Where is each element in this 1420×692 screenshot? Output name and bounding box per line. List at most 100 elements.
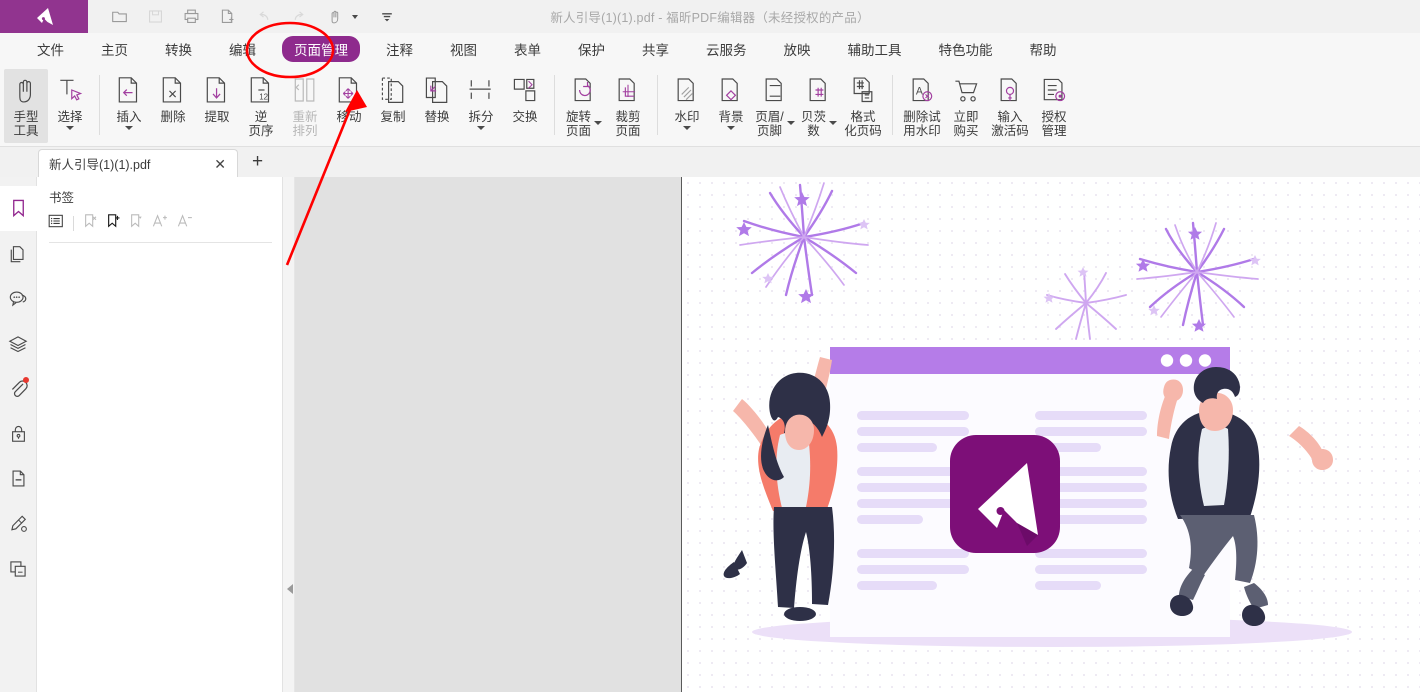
ribbon-button-background[interactable]: 背景 (709, 69, 753, 143)
collapse-panel-button[interactable] (285, 575, 294, 603)
add-tab-button[interactable]: + (252, 152, 263, 171)
chevron-down-icon[interactable] (66, 126, 74, 130)
decrease-font-button[interactable] (177, 213, 194, 234)
print-button[interactable] (176, 4, 206, 30)
rail-item-stamps[interactable] (0, 546, 37, 591)
rail-item-layers[interactable] (0, 321, 37, 366)
celebration-people-browser-illustration (682, 177, 1420, 692)
rail-item-attachments[interactable] (0, 366, 37, 411)
document-canvas[interactable] (295, 177, 1420, 692)
menu-item-13[interactable]: 特色功能 (928, 36, 1004, 62)
delete-bookmark-button[interactable] (83, 213, 98, 234)
menu-item-0[interactable]: 文件 (26, 36, 75, 62)
menu-item-14[interactable]: 帮助 (1019, 36, 1068, 62)
ribbon-separator (99, 75, 100, 135)
replace-page-icon (422, 73, 452, 105)
quick-access-toolbar (88, 0, 402, 33)
ribbon-button-label: 逆 页序 (248, 110, 273, 138)
ribbon-button-hand-tool[interactable]: 手型 工具 (4, 69, 48, 143)
menu-item-8[interactable]: 保护 (567, 36, 616, 62)
ribbon-button-rotate-page[interactable]: 旋转 页面 (562, 69, 606, 143)
menu-item-4[interactable]: 页面管理 (282, 36, 360, 62)
collapse-left-arrow-icon (287, 584, 293, 594)
pdf-page[interactable] (681, 177, 1420, 692)
rail-item-pages[interactable] (0, 231, 37, 276)
create-pdf-button[interactable] (212, 4, 242, 30)
document-tab[interactable]: 新人引导(1)(1).pdf ✕ (38, 149, 238, 177)
ribbon-button-extract-page[interactable]: 提取 (195, 69, 239, 143)
chevron-down-icon[interactable] (829, 121, 837, 125)
close-icon[interactable]: ✕ (211, 157, 229, 171)
menu-item-7[interactable]: 表单 (503, 36, 552, 62)
browser-dot-2 (1180, 354, 1192, 366)
ribbon-button-move-page[interactable]: 移动 (327, 69, 371, 143)
ribbon-button-select-text[interactable]: 选择 (48, 69, 92, 143)
rail-item-signatures[interactable] (0, 501, 37, 546)
menu-item-11[interactable]: 放映 (773, 36, 822, 62)
ribbon-button-bates-numbering[interactable]: 贝茨 数 (797, 69, 841, 143)
ribbon-button-label: 重新 排列 (292, 110, 317, 138)
ribbon-button-label: 替换 (424, 110, 449, 124)
chevron-down-icon[interactable] (727, 126, 735, 130)
increase-font-button[interactable] (152, 213, 169, 234)
signature-pen-icon (8, 513, 29, 534)
ribbon-button-swap-page[interactable]: 交换 (503, 69, 547, 143)
ribbon-button-remove-trial-watermark[interactable]: A删除试 用水印 (900, 69, 944, 143)
rail-item-comments[interactable] (0, 276, 37, 321)
menu-item-3[interactable]: 编辑 (218, 36, 267, 62)
ribbon-button-activation-key[interactable]: 输入 激活码 (988, 69, 1032, 143)
bookmark-options-button[interactable] (48, 214, 64, 233)
stamp-copy-icon (8, 559, 28, 579)
menu-item-9[interactable]: 共享 (631, 36, 680, 62)
chevron-down-icon[interactable] (125, 126, 133, 130)
menu-item-2[interactable]: 转换 (154, 36, 203, 62)
hand-tool-button[interactable] (320, 4, 350, 30)
license-management-icon (1039, 73, 1069, 105)
chevron-down-icon[interactable] (477, 126, 485, 130)
ribbon-button-copy-page[interactable]: 复制 (371, 69, 415, 143)
rotate-page-icon (569, 73, 599, 105)
chevron-down-icon[interactable] (683, 126, 691, 130)
rail-item-fields[interactable] (0, 456, 37, 501)
menu-bar: 文件主页转换编辑页面管理注释视图表单保护共享云服务放映辅助工具特色功能帮助 (0, 33, 1420, 64)
ribbon-button-header-footer[interactable]: 页眉/ 页脚 (753, 69, 797, 143)
menu-item-6[interactable]: 视图 (439, 36, 488, 62)
comment-bubble-icon (8, 289, 29, 309)
ribbon-button-format-page-number[interactable]: 格式 化页码 (841, 69, 885, 143)
printer-icon (183, 8, 200, 25)
rail-item-security[interactable] (0, 411, 37, 456)
svg-text:12: 12 (259, 93, 268, 102)
ribbon-button-delete-page[interactable]: 删除 (151, 69, 195, 143)
chevron-down-icon[interactable] (787, 121, 795, 125)
hand-tool-dropdown[interactable] (320, 4, 358, 30)
foxit-pen-nib-logo-icon (31, 6, 57, 28)
ribbon-button-license-management[interactable]: 授权 管理 (1032, 69, 1076, 143)
ribbon-button-label: 删除试 用水印 (903, 110, 941, 138)
rail-item-bookmarks[interactable] (0, 186, 37, 231)
bookmark-dropdown-button[interactable] (129, 213, 144, 234)
chevron-down-icon[interactable] (594, 121, 602, 125)
menu-item-1[interactable]: 主页 (90, 36, 139, 62)
ribbon-button-insert-page[interactable]: 插入 (107, 69, 151, 143)
split-page-icon (466, 73, 496, 105)
ribbon-button-reverse-page-order[interactable]: 12 逆 页序 (239, 69, 283, 143)
ribbon-button-split-page[interactable]: 拆分 (459, 69, 503, 143)
menu-item-10[interactable]: 云服务 (695, 36, 758, 62)
ribbon-button-replace-page[interactable]: 替换 (415, 69, 459, 143)
bookmark-caret-icon (129, 213, 144, 229)
open-file-button[interactable] (104, 4, 134, 30)
add-bookmark-button[interactable] (106, 213, 121, 234)
navigation-rail (0, 177, 37, 692)
ribbon-button-label: 移动 (336, 110, 361, 124)
ribbon-button-label: 删除 (160, 110, 185, 124)
menu-item-12[interactable]: 辅助工具 (837, 36, 913, 62)
save-button[interactable] (140, 4, 170, 30)
menu-item-5[interactable]: 注释 (375, 36, 424, 62)
panel-splitter[interactable] (283, 177, 295, 692)
customize-toolbar-button[interactable] (372, 4, 402, 30)
ribbon-button-watermark[interactable]: 水印 (665, 69, 709, 143)
undo-button[interactable] (248, 4, 278, 30)
redo-button[interactable] (284, 4, 314, 30)
ribbon-button-shopping-cart[interactable]: 立即 购买 (944, 69, 988, 143)
ribbon-button-crop-page[interactable]: 裁剪 页面 (606, 69, 650, 143)
